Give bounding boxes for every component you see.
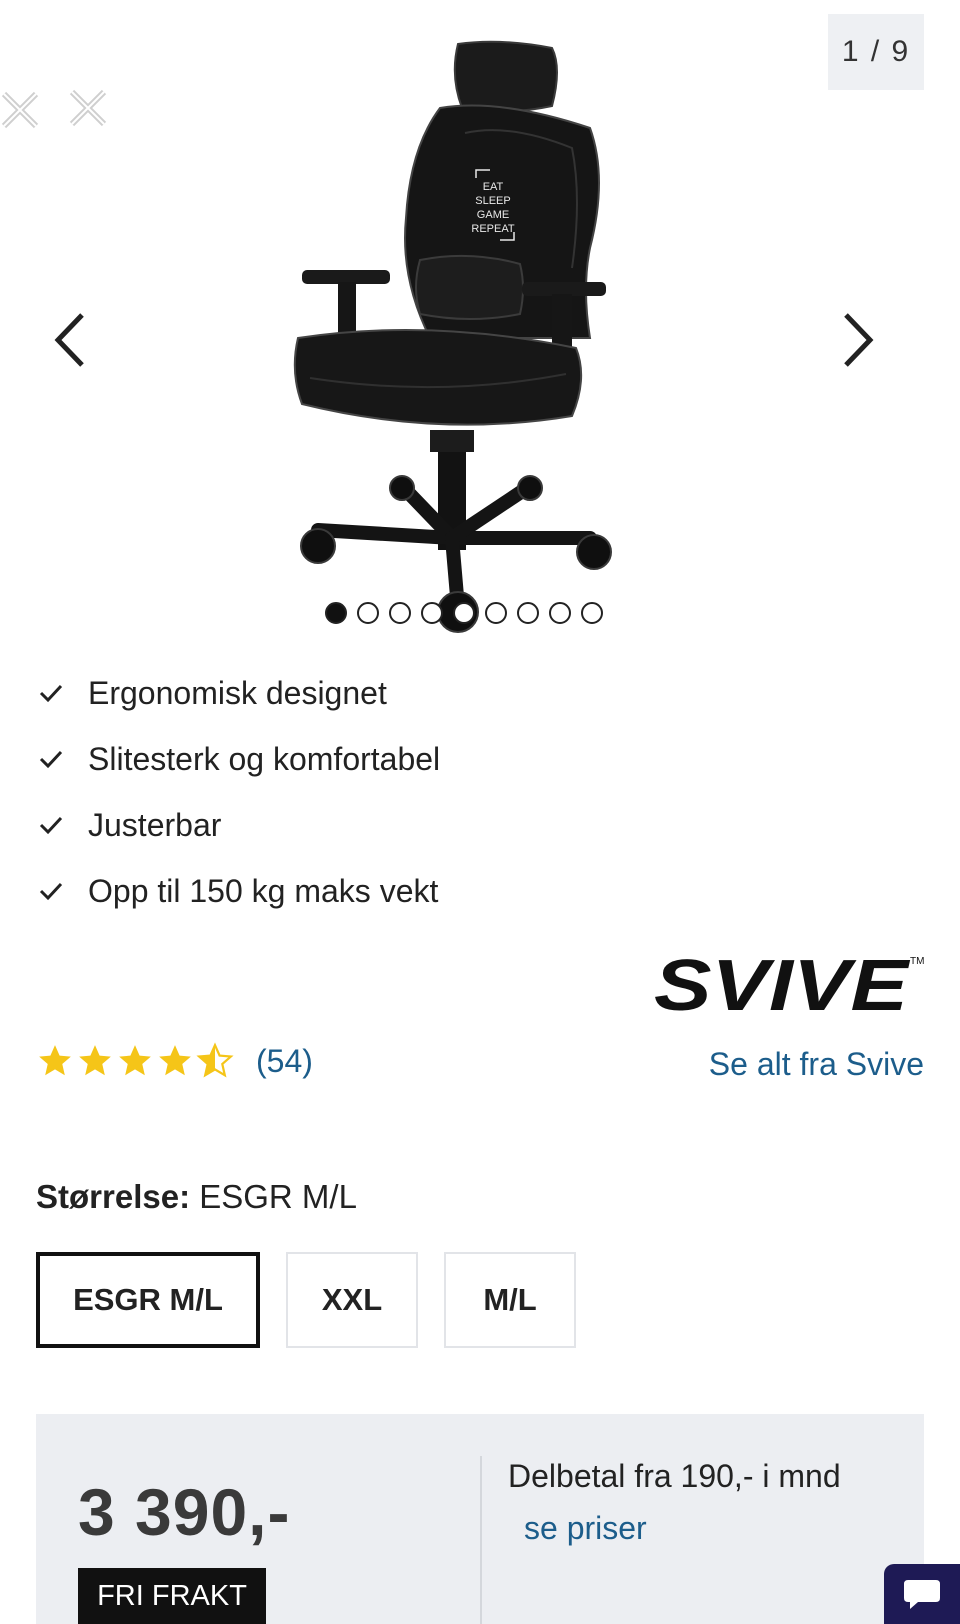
- feature-text: Opp til 150 kg maks vekt: [88, 872, 439, 909]
- chair-print-line: REPEAT: [471, 223, 514, 235]
- carousel-dot[interactable]: [453, 602, 475, 624]
- feature-list: Ergonomisk designet Slitesterk og komfor…: [36, 660, 440, 924]
- size-option-xxl[interactable]: XXL: [286, 1252, 418, 1348]
- rating-stars: [36, 1042, 234, 1080]
- star-icon: [159, 1045, 191, 1076]
- close-icon: [1, 89, 107, 129]
- feature-text: Slitesterk og komfortabel: [88, 740, 441, 777]
- svg-text:SVIVE: SVIVE: [654, 948, 910, 1018]
- half-star-icon: [196, 1042, 234, 1078]
- brand-logo[interactable]: SVIVE TM: [654, 948, 924, 1018]
- size-label-heading: Størrelse:: [36, 1178, 191, 1215]
- chair-print-line: EAT: [483, 181, 504, 193]
- panel-divider: [480, 1456, 482, 1624]
- carousel-dot[interactable]: [389, 602, 411, 624]
- price: 3 390,-: [78, 1475, 291, 1549]
- see-prices-link[interactable]: se priser: [524, 1510, 647, 1547]
- carousel-dot[interactable]: [581, 602, 603, 624]
- chair-print-line: SLEEP: [475, 195, 510, 207]
- image-counter: 1 / 9: [828, 14, 924, 90]
- size-option-ml[interactable]: M/L: [444, 1252, 576, 1348]
- star-icon: [79, 1045, 111, 1076]
- size-options: ESGR M/L XXL M/L: [36, 1252, 576, 1348]
- checkmark-icon: [39, 816, 63, 835]
- carousel-dot[interactable]: [549, 602, 571, 624]
- feature-item: Slitesterk og komfortabel: [36, 726, 440, 792]
- feature-text: Ergonomisk designet: [88, 674, 387, 711]
- size-option-esgr-ml[interactable]: ESGR M/L: [36, 1252, 260, 1348]
- product-rating[interactable]: (54): [36, 1042, 313, 1080]
- chair-print-line: GAME: [477, 209, 509, 221]
- feature-item: Justerbar: [36, 792, 440, 858]
- product-image[interactable]: EAT SLEEP GAME REPEAT: [290, 38, 640, 658]
- star-icon: [119, 1045, 151, 1076]
- review-count[interactable]: (54): [256, 1043, 313, 1080]
- carousel-dots: [325, 602, 603, 628]
- chevron-right-icon[interactable]: [832, 305, 882, 375]
- price-panel: 3 390,- FRI FRAKT Delbetal fra 190,- i m…: [36, 1414, 924, 1624]
- feature-item: Ergonomisk designet: [36, 660, 440, 726]
- svg-text:TM: TM: [910, 956, 924, 967]
- star-icon: [39, 1045, 71, 1076]
- carousel-dot[interactable]: [357, 602, 379, 624]
- product-image-gallery: 1 / 9 EAT SLEEP GAME REPEAT: [0, 0, 960, 660]
- feature-item: Opp til 150 kg maks vekt: [36, 858, 440, 924]
- carousel-dot[interactable]: [421, 602, 443, 624]
- chevron-left-icon[interactable]: [46, 305, 96, 375]
- carousel-dot[interactable]: [325, 602, 347, 624]
- chat-button[interactable]: [884, 1564, 960, 1624]
- checkmark-icon: [39, 750, 63, 769]
- size-label: Størrelse: ESGR M/L: [36, 1178, 357, 1216]
- checkmark-icon: [39, 684, 63, 703]
- installment-text: Delbetal fra 190,- i mnd: [508, 1458, 841, 1494]
- carousel-dot[interactable]: [517, 602, 539, 624]
- free-shipping-badge: FRI FRAKT: [78, 1568, 266, 1624]
- checkmark-icon: [39, 882, 63, 901]
- size-selected-value: ESGR M/L: [199, 1178, 357, 1215]
- carousel-dot[interactable]: [485, 602, 507, 624]
- chat-bubble-icon: [904, 1580, 940, 1609]
- see-all-brand-link[interactable]: Se alt fra Svive: [709, 1046, 924, 1083]
- feature-text: Justerbar: [88, 806, 222, 843]
